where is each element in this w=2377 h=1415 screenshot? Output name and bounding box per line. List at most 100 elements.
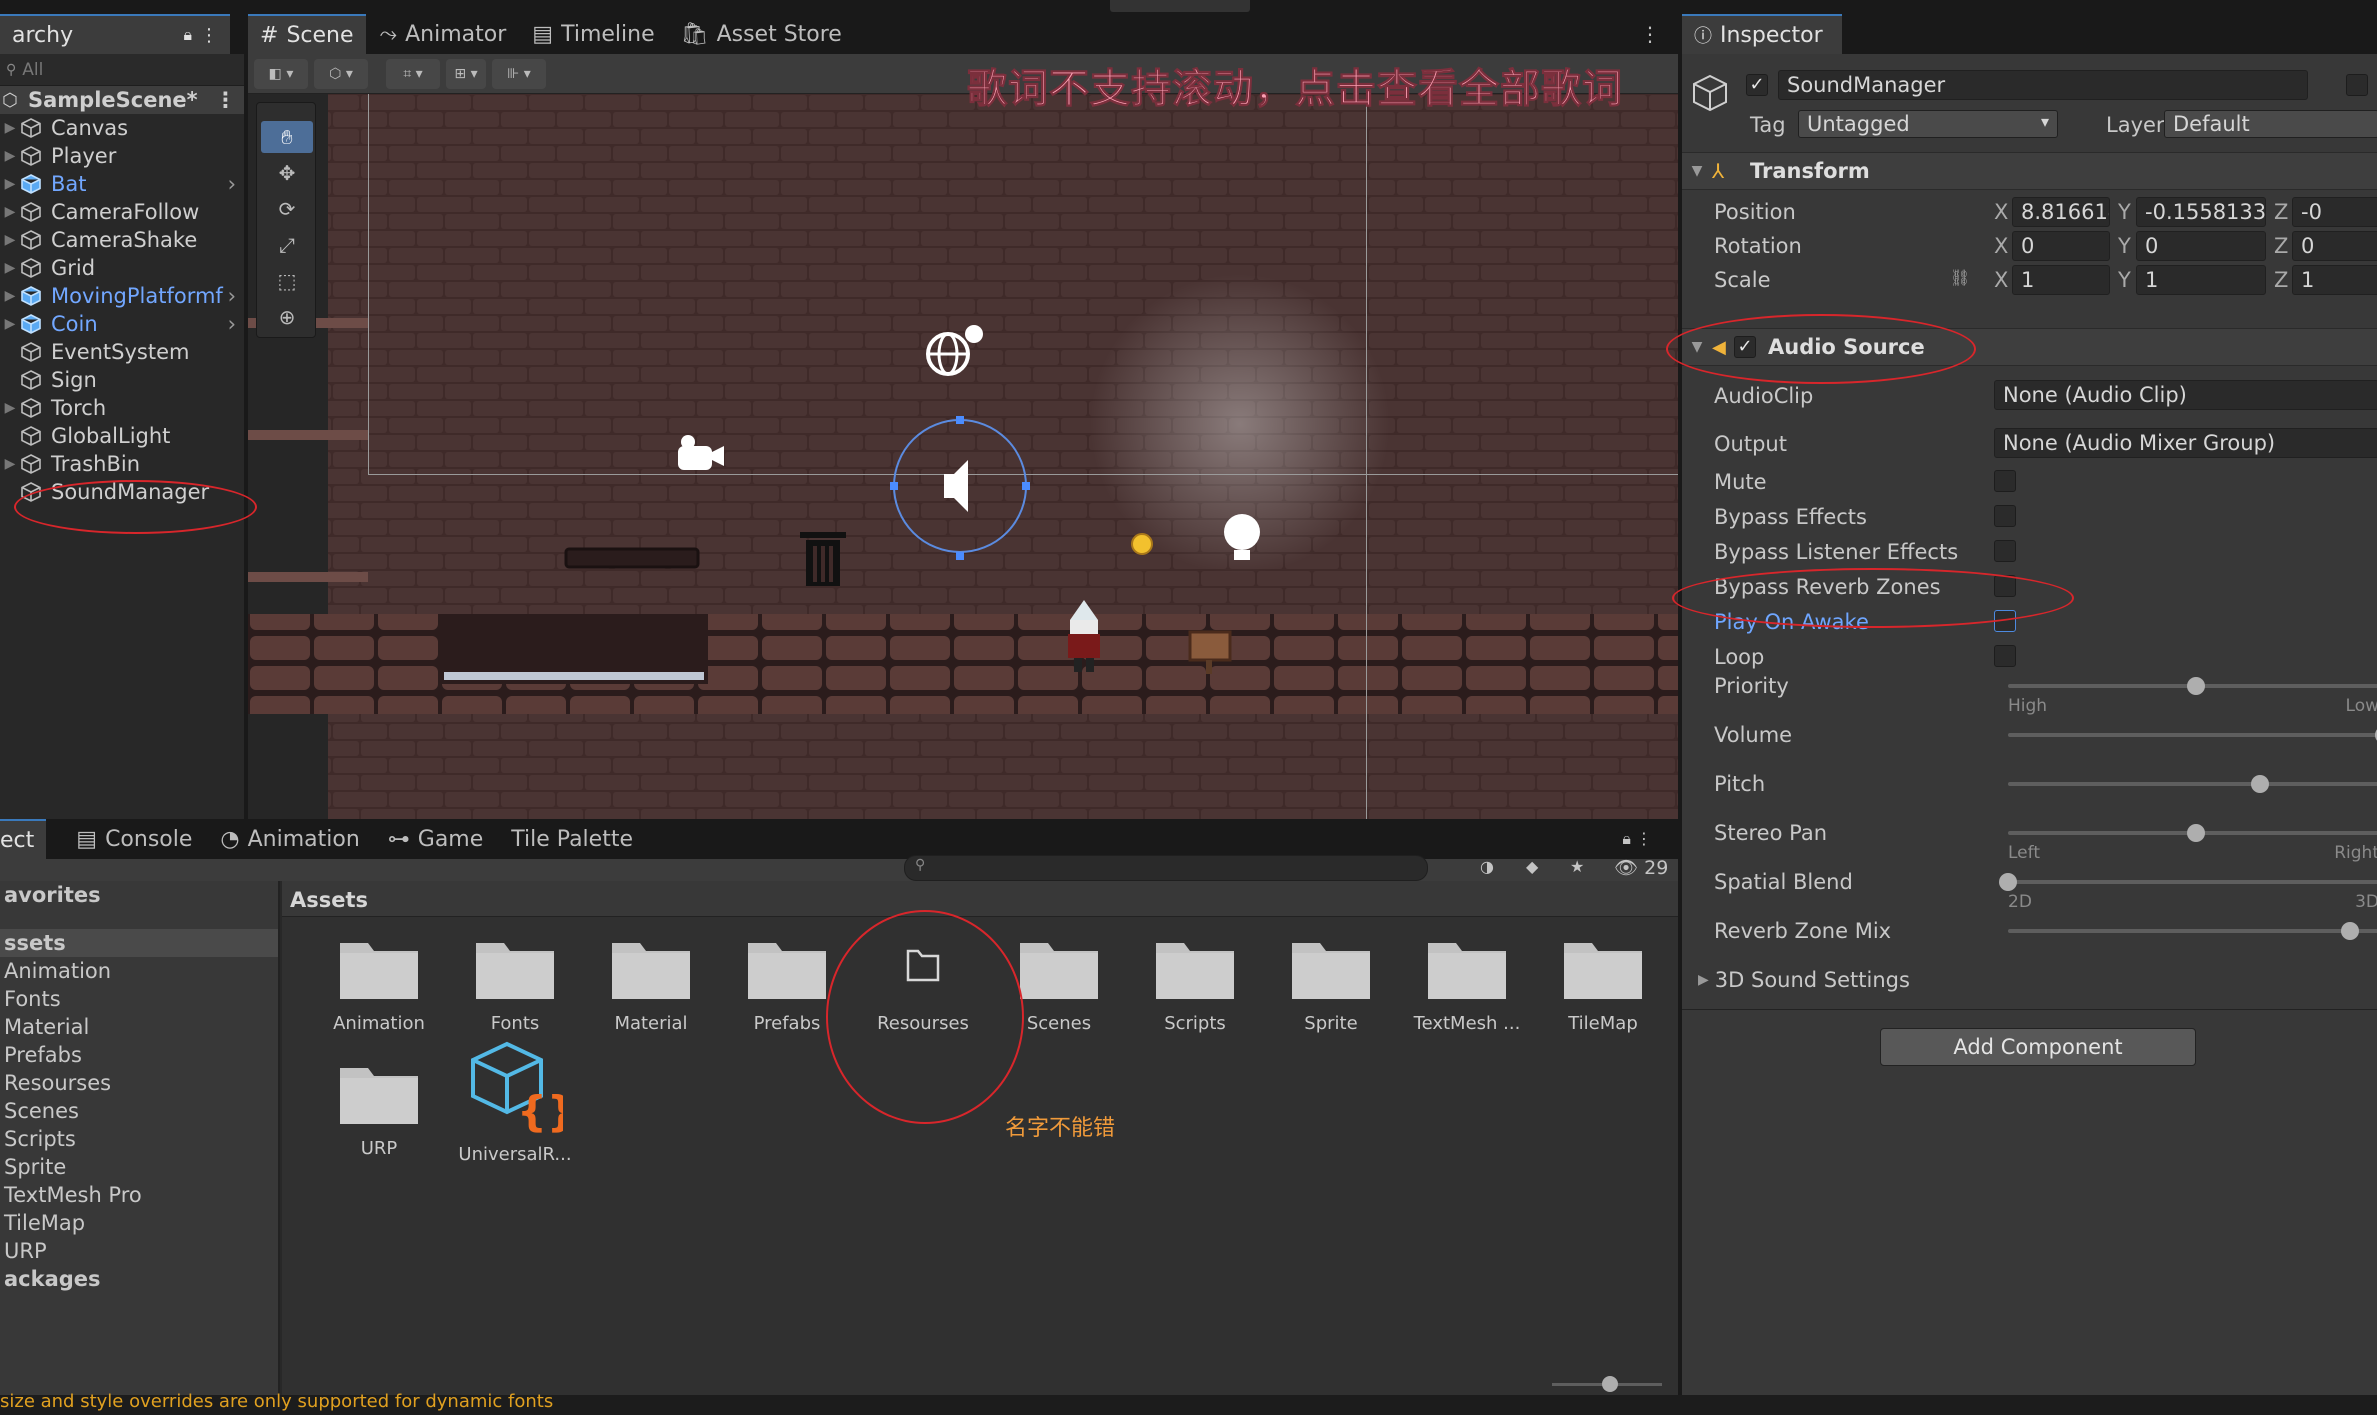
audio-clip-field[interactable]: None (Audio Clip) (1994, 380, 2377, 410)
3d-sound-settings-foldout[interactable]: ▶ 3D Sound Settings (1698, 968, 1910, 992)
hierarchy-item-sign[interactable]: Sign (0, 366, 244, 394)
lock-icon[interactable]: 🔒︎ ⋮ (1622, 829, 1652, 849)
folder-tree-item[interactable]: Resourses (0, 1069, 278, 1097)
chevron-right-icon[interactable]: › (228, 172, 236, 196)
chevron-right-icon[interactable]: › (228, 312, 236, 336)
folder-tree-item[interactable]: URP (0, 1237, 278, 1265)
transform-y-field[interactable]: 1 (2136, 265, 2266, 295)
folder-tree-item[interactable]: Sprite (0, 1153, 278, 1181)
foldout-arrow-icon[interactable]: ▶ (0, 120, 20, 136)
rotate-tool-icon[interactable]: ⟳ (261, 193, 313, 225)
foldout-arrow-icon[interactable]: ▶ (0, 204, 20, 220)
scene-root-row[interactable]: ⬡ SampleScene* ⋮ (0, 86, 244, 114)
render-mode-dropdown[interactable]: ⬡ ▾ (314, 58, 368, 89)
asset-item-universalr-[interactable]: {} UniversalR... (450, 1041, 580, 1165)
slider-track[interactable] (2008, 782, 2377, 786)
tag-dropdown[interactable]: Untagged ▾ (1798, 110, 2058, 138)
tab-project[interactable]: ect (0, 819, 47, 859)
hierarchy-item-camerafollow[interactable]: ▶ CameraFollow (0, 198, 244, 226)
label-tag-icon[interactable]: ◆ (1526, 857, 1538, 876)
tab-animator[interactable]: ⤳ Animator (368, 14, 519, 54)
transform-z-field[interactable]: -0 (2292, 197, 2377, 227)
tab-animation[interactable]: ◔ Animation (208, 819, 371, 859)
transform-z-field[interactable]: 1 (2292, 265, 2377, 295)
hierarchy-item-trashbin[interactable]: ▶ TrashBin (0, 450, 244, 478)
scene-menu-icon[interactable]: ⋮ (1640, 22, 1660, 46)
lock-icon[interactable]: 🔒︎ (183, 25, 192, 45)
transform-header[interactable]: ▼ ⅄ Transform (1682, 152, 2377, 190)
folder-tree-item[interactable]: TextMesh Pro (0, 1181, 278, 1209)
folder-tree-item[interactable]: Prefabs (0, 1041, 278, 1069)
folder-tree-item[interactable]: Scenes (0, 1097, 278, 1125)
icon-size-slider[interactable] (1552, 1376, 1662, 1392)
asset-item-scripts[interactable]: Scripts (1130, 933, 1260, 1034)
rect-tool-icon[interactable]: ⬚ (261, 265, 313, 297)
audio-option-checkbox[interactable] (1994, 645, 2016, 667)
tab-game[interactable]: ⊶ Game (376, 819, 496, 859)
hierarchy-item-eventsystem[interactable]: EventSystem (0, 338, 244, 366)
asset-item-animation[interactable]: Animation (314, 933, 444, 1034)
hierarchy-item-torch[interactable]: ▶ Torch (0, 394, 244, 422)
tab-timeline[interactable]: ▤ Timeline (520, 14, 666, 54)
transform-x-field[interactable]: 8.816614 (2012, 197, 2110, 227)
hierarchy-item-grid[interactable]: ▶ Grid (0, 254, 244, 282)
folder-tree-item[interactable]: Animation (0, 957, 278, 985)
hierarchy-item-coin[interactable]: ▶ Coin › (0, 310, 244, 338)
transform-z-field[interactable]: 0 (2292, 231, 2377, 261)
scale-tool-icon[interactable]: ⤢ (261, 229, 313, 261)
hierarchy-search[interactable]: ⚲ All (0, 54, 244, 86)
hierarchy-item-globallight[interactable]: GlobalLight (0, 422, 244, 450)
slider-knob[interactable] (2341, 922, 2360, 940)
add-component-button[interactable]: Add Component (1880, 1028, 2196, 1066)
audio-option-checkbox[interactable] (1994, 470, 2016, 492)
foldout-arrow-icon[interactable]: ▶ (0, 176, 20, 192)
tab-inspector[interactable]: ⓘ Inspector (1682, 14, 1842, 54)
link-broken-icon[interactable]: ⛓ (1950, 268, 1970, 287)
foldout-arrow-icon[interactable]: ▶ (0, 456, 20, 472)
folder-tree-item[interactable]: TileMap (0, 1209, 278, 1237)
chevron-right-icon[interactable]: › (228, 284, 236, 308)
scene-viewport[interactable]: ✋︎ ✥ ⟳ ⤢ ⬚ ⊕ (248, 94, 1678, 819)
foldout-arrow-icon[interactable]: ▶ (0, 288, 20, 304)
active-checkbox[interactable] (1746, 74, 1768, 96)
transform-y-field[interactable]: 0 (2136, 231, 2266, 261)
slider-track[interactable] (2008, 733, 2377, 737)
asset-item-textmesh-[interactable]: TextMesh ... (1402, 933, 1532, 1034)
lyric-banner[interactable]: 歌词不支持滚动，点击查看全部歌词 (967, 56, 1623, 114)
hierarchy-item-player[interactable]: ▶ Player (0, 142, 244, 170)
tab-hierarchy[interactable]: archy 🔒︎ ⋮ (0, 14, 230, 54)
tab-console[interactable]: ▤ Console (64, 819, 204, 859)
favorite-star-icon[interactable]: ★ (1570, 857, 1584, 876)
tab-tile-palette[interactable]: Tile Palette (499, 819, 645, 859)
folder-tree-item[interactable]: Material (0, 1013, 278, 1041)
move-tool-icon[interactable]: ✥ (261, 157, 313, 189)
slider-track[interactable] (2008, 880, 2377, 884)
slider-knob[interactable] (2250, 775, 2269, 793)
hierarchy-item-bat[interactable]: ▶ Bat › (0, 170, 244, 198)
asset-item-sprite[interactable]: Sprite (1266, 933, 1396, 1034)
slider-knob[interactable] (1999, 873, 2017, 891)
hierarchy-item-movingplatformf[interactable]: ▶ MovingPlatformf › (0, 282, 244, 310)
foldout-arrow-icon[interactable]: ▶ (0, 260, 20, 276)
asset-item-fonts[interactable]: Fonts (450, 933, 580, 1034)
tab-scene[interactable]: # Scene (248, 14, 366, 54)
menu-kebab-icon[interactable]: ⋮ (200, 25, 218, 46)
transform-x-field[interactable]: 1 (2012, 265, 2110, 295)
tab-asset-store[interactable]: 🛍︎ Asset Store (669, 14, 854, 54)
slider-track[interactable] (2008, 929, 2377, 933)
foldout-arrow-icon[interactable]: ▶ (0, 232, 20, 248)
output-field[interactable]: None (Audio Mixer Group) (1994, 428, 2377, 458)
increment-snap-dropdown[interactable]: ⊪ ▾ (492, 58, 546, 89)
transform-x-field[interactable]: 0 (2012, 231, 2110, 261)
slider-knob[interactable] (2187, 677, 2205, 695)
hand-tool-icon[interactable]: ✋︎ (261, 121, 313, 153)
scene-menu-icon[interactable]: ⋮ (215, 88, 236, 112)
asset-item-urp[interactable]: URP (314, 1058, 444, 1165)
filter-type-icon[interactable]: ◑ (1480, 857, 1494, 876)
favorites-row[interactable]: avorites (0, 881, 278, 909)
hierarchy-item-canvas[interactable]: ▶ Canvas (0, 114, 244, 142)
audio-option-checkbox[interactable] (1994, 505, 2016, 527)
project-search-input[interactable]: ⚲ (904, 855, 1428, 881)
foldout-arrow-icon[interactable]: ▶ (0, 316, 20, 332)
tool-drag-handle[interactable] (257, 103, 315, 119)
